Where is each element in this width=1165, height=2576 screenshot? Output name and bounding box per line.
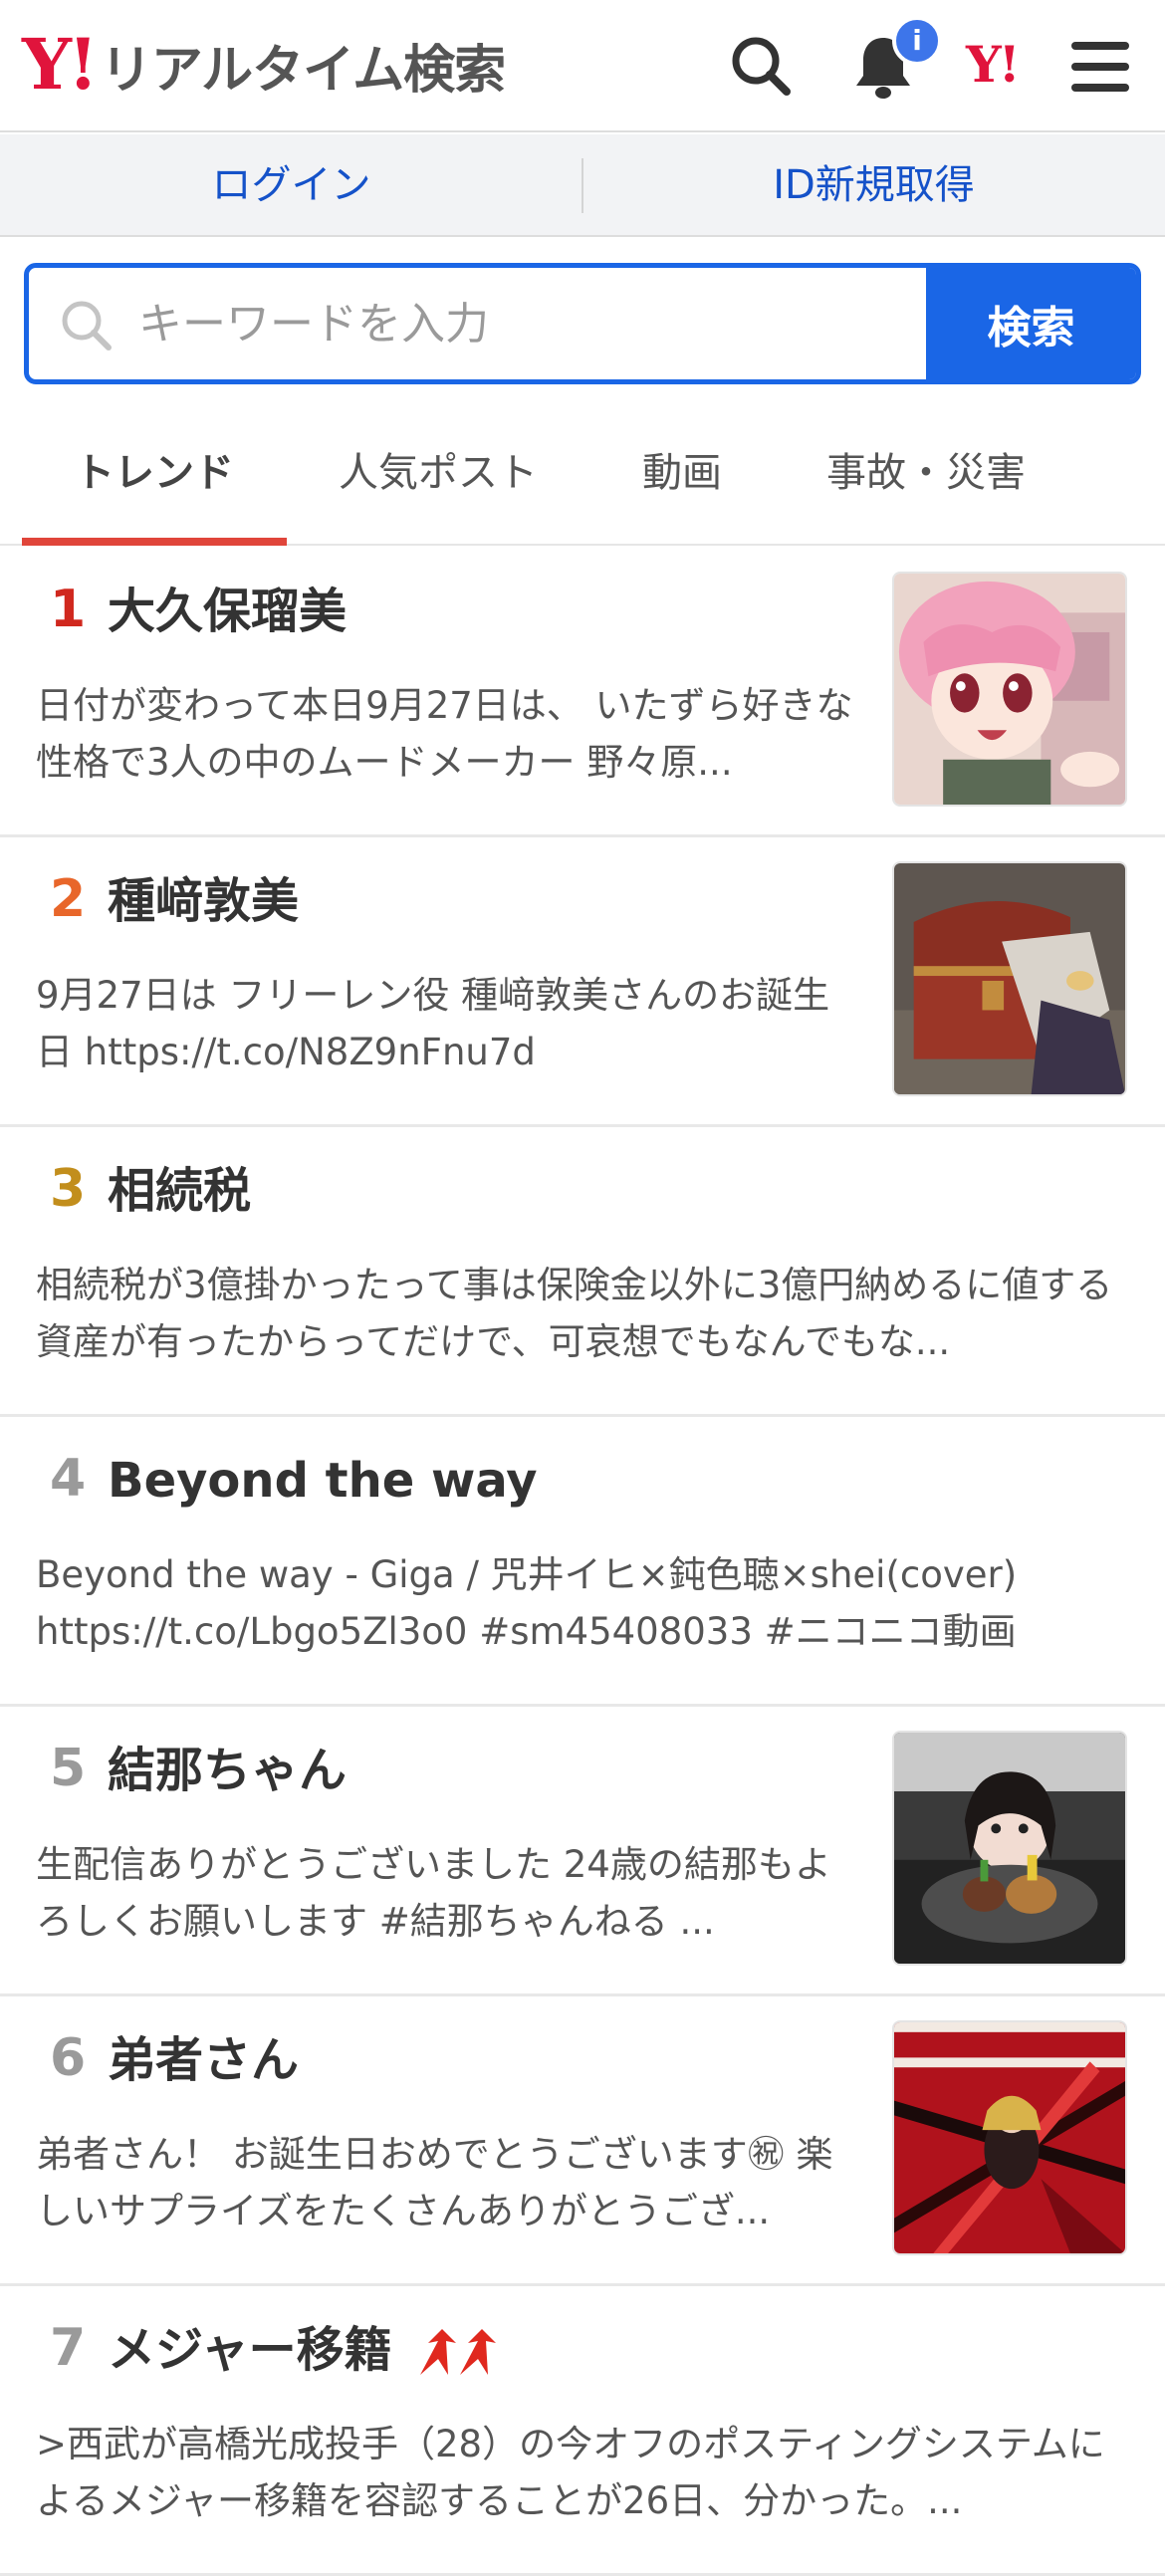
trend-title[interactable]: Beyond the way — [108, 1455, 538, 1508]
trend-item[interactable]: 3 相続税 相続税が3億掛かったって事は保険金以外に3億円納めるに値する資産が有… — [0, 1127, 1165, 1417]
trend-item[interactable]: 1 大久保瑠美 日付が変わって本日9月27日は、 いたずら好きな性格で3人の中の… — [0, 548, 1165, 837]
search-button[interactable]: 検索 — [926, 268, 1136, 379]
trend-rank: 1 — [50, 580, 87, 639]
logo-text: リアルタイム検索 — [100, 40, 506, 101]
trend-rank: 2 — [50, 869, 87, 929]
search-input[interactable] — [138, 268, 935, 379]
trend-rank: 6 — [50, 2028, 87, 2088]
trend-description: >西武が高橋光成投手（28）の今オフのポスティングシステムによるメジャー移籍を容… — [36, 2423, 1105, 2522]
trend-thumbnail-birthday-photo[interactable] — [892, 1731, 1127, 1966]
trend-description: 相続税が3億掛かったって事は保険金以外に3億円納めるに値する資産が有ったからって… — [36, 1264, 1113, 1363]
trend-description: 弟者さん！ お誕生日おめでとうございます㊗ 楽しいサプライズをたくさんありがとう… — [36, 2133, 833, 2232]
notification-badge: i — [892, 16, 942, 66]
search-form: 検索 — [24, 263, 1141, 384]
category-tabs: トレンド 人気ポスト 動画 事故・災害 — [0, 418, 1165, 546]
menu-icon[interactable] — [1065, 32, 1135, 102]
trend-rank: 5 — [50, 1739, 87, 1798]
trend-rank: 4 — [50, 1449, 87, 1509]
trend-description: 日付が変わって本日9月27日は、 いたずら好きな性格で3人の中のムードメーカー … — [36, 684, 853, 784]
trend-title[interactable]: 相続税 — [108, 1165, 251, 1218]
trend-item[interactable]: 7 メジャー移籍 >西武が高橋光成投手（28）の今オフのポスティングシステムによ… — [0, 2286, 1165, 2576]
trend-title[interactable]: 大久保瑠美 — [108, 585, 347, 638]
register-link[interactable]: ID新規取得 — [582, 134, 1165, 237]
trend-thumbnail-red-illustration[interactable] — [892, 2020, 1127, 2255]
trend-rank: 7 — [50, 2318, 87, 2378]
rising-arrows-icon — [420, 2329, 497, 2375]
trend-rank: 3 — [50, 1159, 87, 1219]
logo-y-mark: Y! — [22, 23, 99, 106]
trend-title[interactable]: 種﨑敦美 — [108, 875, 299, 928]
trend-item[interactable]: 2 種﨑敦美 9月27日は フリーレン役 種﨑敦美さんのお誕生日 https:/… — [0, 837, 1165, 1127]
tab-videos[interactable]: 動画 — [597, 418, 767, 544]
trend-thumbnail-anime-girl[interactable] — [892, 572, 1127, 807]
tab-trend[interactable]: トレンド — [22, 418, 287, 546]
yahoo-mark-icon[interactable]: Y! — [966, 40, 1021, 90]
trend-title[interactable]: 結那ちゃん — [108, 1745, 347, 1797]
trend-item[interactable]: 6 弟者さん 弟者さん！ お誕生日おめでとうございます㊗ 楽しいサプライズをたく… — [0, 1996, 1165, 2286]
trend-thumbnail-treasure-chest[interactable] — [892, 861, 1127, 1096]
login-bar: ログイン ID新規取得 — [0, 134, 1165, 237]
search-field-icon — [62, 301, 112, 351]
login-link[interactable]: ログイン — [0, 134, 582, 237]
trend-title[interactable]: 弟者さん — [108, 2034, 299, 2087]
search-icon[interactable] — [727, 32, 797, 102]
tab-popular-posts[interactable]: 人気ポスト — [309, 418, 568, 544]
trend-item[interactable]: 4 Beyond the way Beyond the way - Giga /… — [0, 1417, 1165, 1707]
app-header: Y! リアルタイム検索 i Y! — [0, 0, 1165, 132]
trend-title: メジャー移籍 — [108, 2322, 392, 2378]
trend-item[interactable]: 5 結那ちゃん 生配信ありがとうございました 24歳の結那もよろしくお願いします… — [0, 1707, 1165, 1996]
trend-title-row[interactable]: メジャー移籍 — [108, 2324, 504, 2377]
trend-description: 9月27日は フリーレン役 種﨑敦美さんのお誕生日 https://t.co/N… — [36, 974, 830, 1073]
yahoo-realtime-logo[interactable]: Y! リアルタイム検索 — [22, 23, 506, 106]
tab-accidents-disasters[interactable]: 事故・災害 — [797, 418, 1055, 544]
trend-description: Beyond the way - Giga / 咒井イヒ×鈍色聴×shei(co… — [36, 1553, 1018, 1653]
trend-description: 生配信ありがとうございました 24歳の結那もよろしくお願いします #結那ちゃんね… — [36, 1843, 831, 1943]
trend-list: 1 大久保瑠美 日付が変わって本日9月27日は、 いたずら好きな性格で3人の中の… — [0, 548, 1165, 2576]
